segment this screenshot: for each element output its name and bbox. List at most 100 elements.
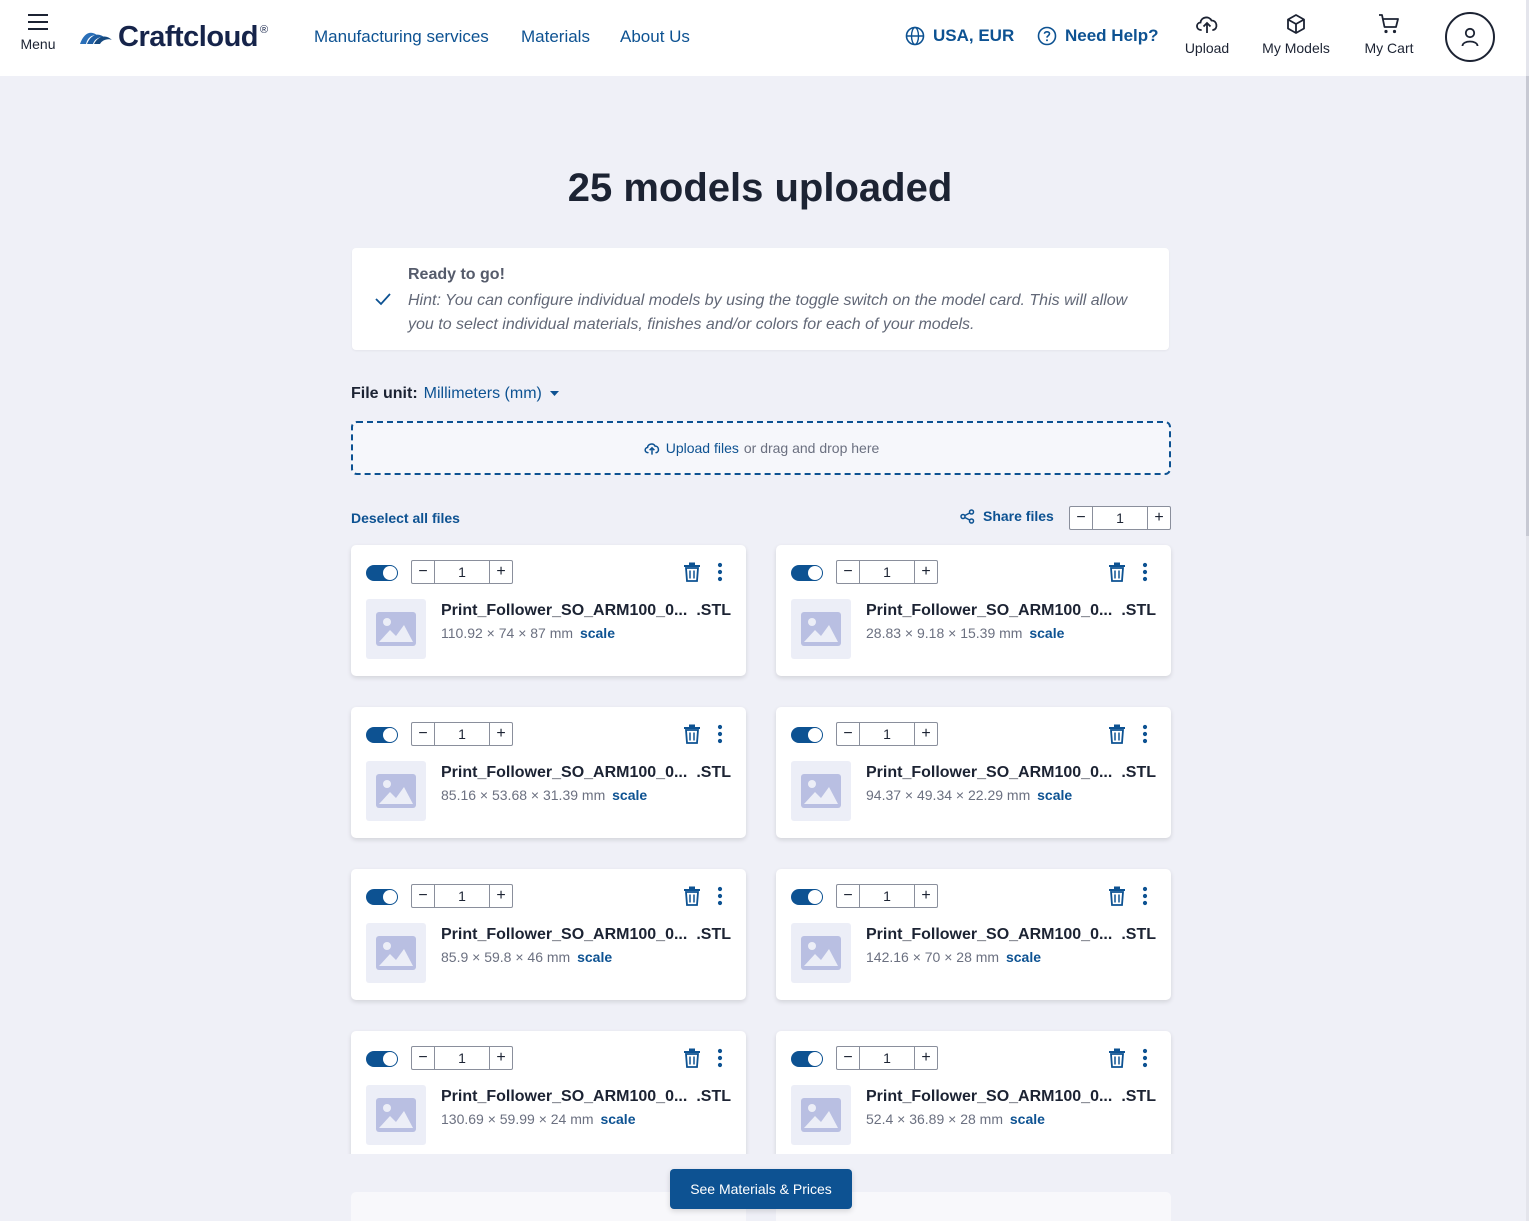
- quantity-stepper[interactable]: − 1 +: [836, 884, 938, 908]
- model-dimensions: 85.16 × 53.68 × 31.39 mm: [441, 787, 606, 803]
- more-options-icon[interactable]: [717, 1048, 723, 1068]
- decrement-button[interactable]: −: [1070, 507, 1092, 529]
- quantity-value[interactable]: 1: [434, 723, 490, 745]
- model-card[interactable]: − 1 + Print_Follower_SO_ARM100_0... .STL…: [776, 1031, 1171, 1154]
- trash-icon[interactable]: [1108, 886, 1126, 906]
- model-card[interactable]: − 1 + Print_Follower_SO_ARM100_0... .STL…: [351, 1031, 746, 1154]
- increment-button[interactable]: +: [915, 1047, 937, 1069]
- model-filename: Print_Follower_SO_ARM100_0... .STL: [441, 1088, 731, 1106]
- more-options-icon[interactable]: [717, 562, 723, 582]
- quantity-value[interactable]: 1: [859, 723, 915, 745]
- decrement-button[interactable]: −: [412, 885, 434, 907]
- deselect-all-button[interactable]: Deselect all files: [351, 510, 460, 526]
- more-options-icon[interactable]: [1142, 886, 1148, 906]
- configure-toggle[interactable]: [791, 727, 823, 743]
- model-card[interactable]: − 1 + Print_Follower_SO_ARM100_0... .STL…: [351, 707, 746, 838]
- more-options-icon[interactable]: [1142, 724, 1148, 744]
- configure-toggle[interactable]: [791, 565, 823, 581]
- quantity-value[interactable]: 1: [859, 561, 915, 583]
- trash-icon[interactable]: [683, 886, 701, 906]
- share-files-button[interactable]: Share files: [960, 508, 1054, 524]
- trash-icon[interactable]: [1108, 724, 1126, 744]
- configure-toggle[interactable]: [791, 1051, 823, 1067]
- decrement-button[interactable]: −: [837, 1047, 859, 1069]
- global-quantity-stepper[interactable]: − 1 +: [1069, 506, 1171, 530]
- trash-icon[interactable]: [683, 562, 701, 582]
- nav-materials[interactable]: Materials: [521, 27, 590, 47]
- scale-link[interactable]: scale: [1006, 949, 1041, 965]
- increment-button[interactable]: +: [915, 561, 937, 583]
- increment-button[interactable]: +: [490, 561, 512, 583]
- configure-toggle[interactable]: [366, 727, 398, 743]
- model-dimensions-row: 52.4 × 36.89 × 28 mm scale: [866, 1111, 1045, 1127]
- trash-icon[interactable]: [1108, 562, 1126, 582]
- configure-toggle[interactable]: [366, 565, 398, 581]
- quantity-value[interactable]: 1: [434, 561, 490, 583]
- quantity-stepper[interactable]: − 1 +: [836, 560, 938, 584]
- decrement-button[interactable]: −: [837, 885, 859, 907]
- scale-link[interactable]: scale: [1010, 1111, 1045, 1127]
- model-card[interactable]: − 1 + Print_Follower_SO_ARM100_0... .STL…: [351, 869, 746, 1000]
- help-link[interactable]: Need Help?: [1037, 26, 1159, 46]
- increment-button[interactable]: +: [490, 1047, 512, 1069]
- craftcloud-logo[interactable]: Craftcloud ®: [78, 21, 268, 53]
- more-options-icon[interactable]: [1142, 1048, 1148, 1068]
- scale-link[interactable]: scale: [612, 787, 647, 803]
- scale-link[interactable]: scale: [580, 625, 615, 641]
- upload-dropzone[interactable]: Upload files or drag and drop here: [351, 421, 1171, 475]
- increment-button[interactable]: +: [490, 723, 512, 745]
- model-card[interactable]: − 1 + Print_Follower_SO_ARM100_0... .STL…: [351, 545, 746, 676]
- model-extension: .STL: [1121, 1088, 1156, 1105]
- my-cart-button[interactable]: My Cart: [1359, 13, 1419, 56]
- menu-button[interactable]: Menu: [14, 14, 62, 64]
- more-options-icon[interactable]: [717, 724, 723, 744]
- file-unit-dropdown[interactable]: Millimeters (mm): [424, 385, 559, 403]
- more-options-icon[interactable]: [1142, 562, 1148, 582]
- decrement-button[interactable]: −: [837, 723, 859, 745]
- increment-button[interactable]: +: [1148, 507, 1170, 529]
- trash-icon[interactable]: [683, 724, 701, 744]
- model-dimensions: 85.9 × 59.8 × 46 mm: [441, 949, 571, 965]
- trash-icon[interactable]: [683, 1048, 701, 1068]
- model-card[interactable]: − 1 + Print_Follower_SO_ARM100_0... .STL…: [776, 707, 1171, 838]
- increment-button[interactable]: +: [915, 723, 937, 745]
- upload-files-link[interactable]: Upload files: [666, 440, 739, 456]
- global-quantity-value[interactable]: 1: [1092, 507, 1148, 529]
- quantity-stepper[interactable]: − 1 +: [411, 560, 513, 584]
- nav-manufacturing-services[interactable]: Manufacturing services: [314, 27, 489, 47]
- increment-button[interactable]: +: [490, 885, 512, 907]
- quantity-value[interactable]: 1: [859, 885, 915, 907]
- quantity-value[interactable]: 1: [434, 885, 490, 907]
- see-materials-prices-button[interactable]: See Materials & Prices: [670, 1169, 852, 1209]
- quantity-stepper[interactable]: − 1 +: [411, 884, 513, 908]
- decrement-button[interactable]: −: [412, 1047, 434, 1069]
- nav-about-us[interactable]: About Us: [620, 27, 690, 47]
- cube-icon: [1287, 14, 1305, 34]
- model-card[interactable]: − 1 + Print_Follower_SO_ARM100_0... .STL…: [776, 545, 1171, 676]
- scale-link[interactable]: scale: [577, 949, 612, 965]
- scale-link[interactable]: scale: [600, 1111, 635, 1127]
- configure-toggle[interactable]: [366, 889, 398, 905]
- hamburger-icon: [28, 14, 48, 30]
- decrement-button[interactable]: −: [412, 723, 434, 745]
- quantity-stepper[interactable]: − 1 +: [836, 1046, 938, 1070]
- account-avatar[interactable]: [1445, 12, 1495, 62]
- region-selector[interactable]: USA, EUR: [905, 26, 1014, 46]
- configure-toggle[interactable]: [366, 1051, 398, 1067]
- scale-link[interactable]: scale: [1037, 787, 1072, 803]
- quantity-stepper[interactable]: − 1 +: [836, 722, 938, 746]
- quantity-value[interactable]: 1: [859, 1047, 915, 1069]
- more-options-icon[interactable]: [717, 886, 723, 906]
- quantity-value[interactable]: 1: [434, 1047, 490, 1069]
- increment-button[interactable]: +: [915, 885, 937, 907]
- configure-toggle[interactable]: [791, 889, 823, 905]
- quantity-stepper[interactable]: − 1 +: [411, 722, 513, 746]
- upload-button[interactable]: Upload: [1180, 13, 1234, 56]
- scale-link[interactable]: scale: [1029, 625, 1064, 641]
- decrement-button[interactable]: −: [837, 561, 859, 583]
- trash-icon[interactable]: [1108, 1048, 1126, 1068]
- decrement-button[interactable]: −: [412, 561, 434, 583]
- model-card[interactable]: − 1 + Print_Follower_SO_ARM100_0... .STL…: [776, 869, 1171, 1000]
- quantity-stepper[interactable]: − 1 +: [411, 1046, 513, 1070]
- my-models-button[interactable]: My Models: [1258, 13, 1334, 56]
